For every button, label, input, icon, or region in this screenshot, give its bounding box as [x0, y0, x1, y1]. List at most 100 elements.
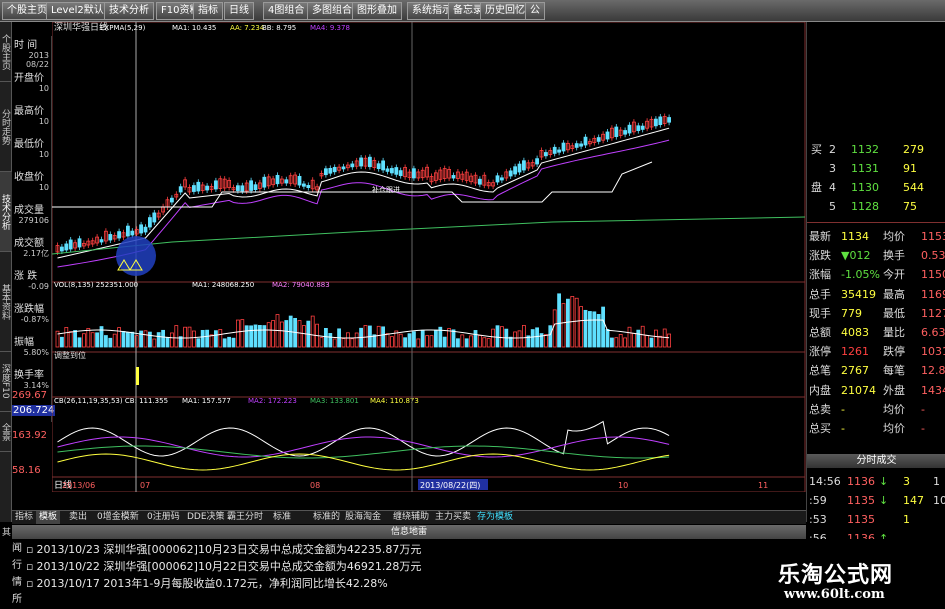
ticks-title[interactable]: 分时成交	[807, 454, 945, 468]
data-panel-value: 2013 08/22	[25, 51, 49, 69]
orderbook-price: 1131	[851, 162, 879, 175]
volume-bar	[592, 311, 597, 348]
indicator-tab[interactable]: DDE决策	[184, 511, 228, 524]
indicator-tab[interactable]: 卖出	[66, 511, 90, 524]
date-axis-month: 11	[758, 481, 768, 490]
top-menu-tab[interactable]: 个股主页	[2, 2, 52, 20]
candle-body	[398, 170, 403, 177]
quote-value: 2767	[841, 364, 869, 378]
quote-label: 总笔	[809, 364, 831, 378]
chart-canvas[interactable]: 深圳华强日线EXPMA(5,29) MA1: 10.435 AA: 7.234BB:…	[51, 21, 806, 493]
left-nav-tab[interactable]: 技术分析	[0, 172, 12, 252]
volume-bar	[249, 325, 254, 348]
indicator-tab[interactable]: 标准	[270, 511, 294, 524]
volume-bar	[266, 322, 271, 348]
left-nav-tab[interactable]: 分时走势	[0, 82, 12, 172]
volume-bar	[310, 315, 315, 348]
tick-price: 1135	[847, 513, 875, 526]
indicator-tab[interactable]: 指标	[12, 511, 36, 524]
volume-bar	[640, 325, 645, 348]
indicator-tab[interactable]: 存为模板	[474, 511, 516, 524]
left-vertical-nav: 个股主页分时走势技术分析基本资料深度F10全景其地	[0, 22, 12, 536]
left-nav-tab[interactable]: 个股主页	[0, 22, 12, 82]
candle-body	[275, 174, 280, 185]
volume-bar	[627, 326, 632, 348]
chart-frame	[51, 21, 806, 493]
volume-bar	[491, 328, 496, 348]
top-menu-tab[interactable]: 技术分析	[104, 2, 154, 20]
candle-body	[306, 185, 311, 188]
left-nav-tab[interactable]: 深度F10	[0, 352, 12, 412]
indicator-tab[interactable]: 股海淘金	[342, 511, 384, 524]
news-side-label: 情	[12, 577, 22, 588]
indicator-tab[interactable]: 霸王分时	[224, 511, 266, 524]
candle-body	[543, 152, 548, 157]
candle-body	[262, 176, 267, 188]
volume-bar	[495, 325, 500, 348]
candle-body	[574, 143, 579, 148]
candle-body	[561, 142, 566, 152]
quote-value: -	[921, 402, 925, 416]
top-menu-tab[interactable]: 日线	[224, 2, 254, 20]
volume-bar	[213, 330, 218, 348]
data-panel-label: 最低价	[14, 139, 44, 150]
top-menu-tab[interactable]: 多图组合	[307, 2, 357, 20]
info-bar[interactable]: 信息地雷	[12, 525, 806, 539]
volume-bar	[332, 338, 337, 348]
cb-ma-yellow	[57, 453, 670, 471]
volume-bar	[588, 311, 592, 348]
orderbook-divider	[807, 222, 945, 223]
quote-label: 最新	[809, 230, 831, 243]
left-nav-tab[interactable]: 全景	[0, 412, 12, 452]
left-nav-tab[interactable]: 基本资料	[0, 252, 12, 352]
indicator-tab[interactable]: 0增金模新	[94, 511, 142, 524]
data-panel-value: -0.09	[28, 282, 49, 291]
orderbook-price: 1128	[851, 200, 879, 213]
aa-label: AA: 7.234	[230, 24, 265, 32]
quote-value: 0.53%	[921, 249, 945, 263]
indicator-tab[interactable]: 0注册码	[144, 511, 183, 524]
candle-body	[579, 143, 583, 147]
news-item[interactable]: ▫ 2013/10/23 深圳华强[000062]10月23日交易中总成交金额为4…	[26, 541, 421, 557]
candle-body	[508, 170, 513, 177]
candle-body	[552, 146, 557, 154]
indicator-tab[interactable]: 标准的	[310, 511, 343, 524]
volume-bar	[407, 333, 412, 348]
indicator-tab[interactable]: 模板	[36, 511, 61, 524]
tick-time: :53	[809, 513, 827, 526]
volume-bar	[108, 337, 113, 348]
orderbook-row: 3 1131 91	[807, 161, 945, 177]
candle-body	[381, 160, 386, 171]
indicator-tab[interactable]: 主力买卖	[432, 511, 474, 524]
volume-bar	[469, 335, 474, 348]
quote-value: 4083	[841, 326, 869, 339]
candle-body	[623, 130, 627, 135]
indicator-tab[interactable]: 缠绕辅助	[390, 511, 432, 524]
top-menu-tab[interactable]: 公	[525, 2, 545, 20]
top-menu-tab[interactable]: 4图组合	[263, 2, 310, 20]
volume-bar	[77, 337, 82, 348]
news-side-label: 行	[12, 560, 22, 571]
candle-body	[596, 137, 601, 142]
top-menu-tab[interactable]: Level2默认	[46, 2, 109, 20]
news-item[interactable]: ▫ 2013/10/17 2013年1-9月每股收益0.172元，净利润同比增长4…	[26, 575, 388, 591]
volume-bar	[557, 293, 562, 348]
volume-bar	[623, 337, 627, 348]
quote-value: -1.05%	[841, 268, 880, 282]
volume-bar	[218, 329, 223, 348]
volume-bar	[583, 309, 588, 348]
top-menu-tab[interactable]: 图形叠加	[352, 2, 402, 20]
price-scale-label: 269.67	[12, 390, 47, 401]
quote-label: 外盘	[883, 383, 905, 397]
volume-bar	[112, 333, 117, 348]
volume-bar	[222, 338, 227, 348]
volume-bar	[174, 325, 179, 348]
volume-bar	[561, 303, 566, 348]
news-item[interactable]: ▫ 2013/10/22 深圳华强[000062]10月22日交易中总成交金额为4…	[26, 558, 421, 574]
kline-chart-area[interactable]: 深圳华强日线 EXPMA(5,29) MA1: 10.435 AA: 7.234 BB:…	[51, 21, 806, 493]
candle-body	[205, 185, 210, 191]
top-menu-tab[interactable]: 指标	[193, 2, 223, 20]
volume-bar	[420, 329, 425, 348]
top-menu-tab[interactable]: 历史回忆	[480, 2, 530, 20]
cb-label: CB(26,11,19,35,53) CB: 111.355	[54, 397, 168, 405]
